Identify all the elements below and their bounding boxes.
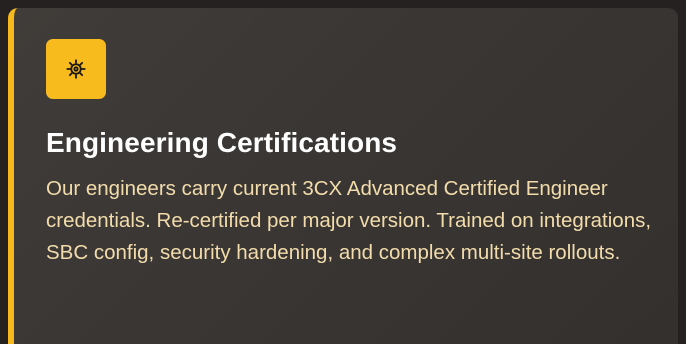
gear-icon	[66, 59, 86, 79]
icon-badge	[46, 39, 106, 99]
engineering-certifications-card: Engineering Certifications Our engineers…	[8, 8, 678, 344]
card-title: Engineering Certifications	[46, 127, 398, 158]
card-description: Our engineers carry current 3CX Advanced…	[46, 177, 652, 264]
